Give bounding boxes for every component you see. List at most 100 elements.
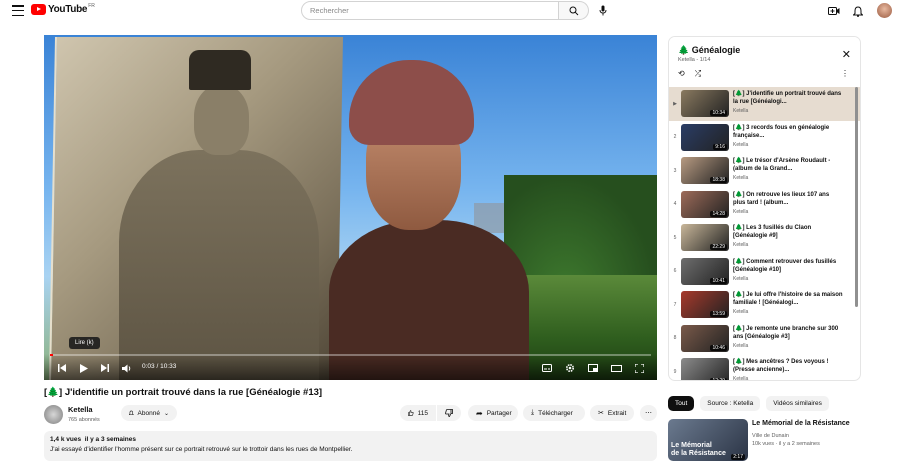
playlist-item[interactable]: 2 9:16 [🌲] 3 records fous en généalogie fr… (669, 121, 860, 155)
menu-icon[interactable] (12, 5, 24, 16)
playlist-item[interactable]: ▶ 10:34 [🌲] J'identifie un portrait trouvé… (669, 87, 860, 121)
playlist-item[interactable]: 4 14:28 [🌲] On retrouve les lieux 107 ans … (669, 188, 860, 222)
previous-icon[interactable] (56, 362, 68, 374)
play-icon[interactable] (78, 362, 90, 374)
playlist-item-title[interactable]: [🌲] On retrouve les lieux 107 ans plus t… (733, 191, 843, 207)
volume-icon[interactable] (121, 362, 133, 374)
player-controls: 0:03 / 10:33 (44, 354, 657, 380)
chevron-down-icon: ⌄ (163, 410, 169, 417)
playlist-item[interactable]: 7 13:59 [🌲] Je lui offre l'histoire de sa … (669, 288, 860, 322)
subtitles-icon[interactable] (541, 362, 553, 374)
recommended-meta: 10k vues · il y a 2 semaines (752, 441, 820, 447)
video-soldier (189, 50, 251, 90)
settings-gear-icon[interactable] (564, 362, 576, 374)
recommended-thumbnail[interactable]: Le Mémorial de la Résistance 2:17 (668, 419, 748, 461)
shuffle-icon[interactable]: ⤮ (695, 69, 701, 79)
next-icon[interactable] (99, 362, 111, 374)
mic-icon[interactable] (596, 3, 610, 17)
playlist-item-thumbnail[interactable]: 22:29 (681, 224, 729, 251)
playlist-item-thumbnail[interactable]: 14:28 (681, 190, 729, 218)
playlist-item-info: [🌲] Le trésor d'Arsène Roudault - (album… (733, 157, 843, 188)
playlist-item[interactable]: 8 10:46 [🌲] Je remonte une branche sur 300… (669, 322, 860, 356)
playlist-channel[interactable]: Ketella (678, 57, 695, 63)
chip-source[interactable]: Source : Ketella (700, 396, 761, 411)
playlist-item[interactable]: 9 12:29 [🌲] Mes ancêtres ? Des voyous ! (P… (669, 355, 860, 380)
playlist-item-title[interactable]: [🌲] Le trésor d'Arsène Roudault - (album… (733, 157, 843, 173)
play-tooltip: Lire (k) (69, 337, 100, 349)
download-icon: ⤓ (531, 409, 535, 416)
playlist-item-thumbnail[interactable]: 10:41 (681, 257, 729, 285)
video-soldier (194, 85, 249, 155)
playlist-item-title[interactable]: [🌲] Les 3 fusillés du Claon [Généalogie … (733, 224, 843, 240)
description-box[interactable]: 1,4 k vues il y a 3 semaines J'ai essayé… (44, 431, 657, 461)
dislike-button[interactable] (437, 405, 461, 421)
time-total: 10:33 (160, 363, 177, 370)
subscriber-count: 765 abonnés (68, 417, 100, 423)
playlist-item[interactable]: 6 10:41 [🌲] Comment retrouver des fusillés… (669, 255, 860, 289)
playlist-item-info: [🌲] Je remonte une branche sur 300 ans [… (733, 325, 843, 356)
playlist-item-thumbnail[interactable]: 9:16 (681, 123, 729, 151)
playlist-item-channel: Ketella (733, 309, 749, 315)
channel-avatar[interactable] (44, 405, 63, 424)
miniplayer-icon[interactable] (587, 362, 599, 374)
playlist-item-duration: 10:46 (710, 344, 727, 351)
more-vertical-icon[interactable]: ⋮ (841, 69, 849, 78)
playlist-item[interactable]: 5 22:29 [🌲] Les 3 fusillés du Claon [Généa… (669, 221, 860, 255)
playlist-item-thumbnail[interactable]: 10:34 (681, 90, 729, 117)
like-button[interactable]: 115 (400, 405, 436, 421)
search-button[interactable] (559, 1, 589, 20)
playlist-item-index: 8 (673, 335, 677, 342)
more-actions-button[interactable]: ⋯ (640, 405, 657, 421)
playlist-item-thumbnail[interactable]: 10:46 (681, 324, 729, 352)
channel-name[interactable]: Ketella (68, 405, 93, 414)
progress-bar[interactable] (50, 354, 651, 356)
playlist-item-title[interactable]: [🌲] Comment retrouver des fusillés [Géné… (733, 258, 843, 274)
logo-country: FR (88, 2, 95, 9)
recommended-title[interactable]: Le Mémorial de la Résistance (752, 420, 892, 427)
playlist-item-duration: 14:28 (710, 210, 727, 217)
video-soldier (119, 150, 319, 380)
playlist-title[interactable]: 🌲 Généalogie (678, 45, 740, 56)
playlist-item-thumbnail[interactable]: 18:38 (681, 157, 729, 184)
playlist-item-thumbnail[interactable]: 13:59 (681, 291, 729, 318)
playlist-item[interactable]: 3 18:38 [🌲] Le trésor d'Arsène Roudault - … (669, 154, 860, 188)
playlist-scrollbar[interactable] (855, 87, 858, 307)
recommended-channel[interactable]: Ville de Dunain (752, 433, 789, 439)
playlist-item-title[interactable]: [🌲] Je lui offre l'histoire de sa maison… (733, 291, 843, 307)
video-title: [🌲] J'identifie un portrait trouvé dans … (44, 387, 322, 398)
download-button[interactable]: ⤓ Télécharger (523, 405, 585, 421)
theater-mode-icon[interactable] (610, 362, 622, 374)
playlist-item-duration: 12:29 (710, 378, 727, 380)
playlist-item-thumbnail[interactable]: 12:29 (681, 358, 729, 380)
close-icon[interactable]: ✕ (842, 48, 851, 61)
fullscreen-icon[interactable] (633, 362, 645, 374)
video-title-text: J'identifie un portrait trouvé dans la r… (64, 387, 323, 398)
playlist-item-info: [🌲] Les 3 fusillés du Claon [Généalogie … (733, 224, 843, 255)
playlist-item-title[interactable]: [🌲] Mes ancêtres ? Des voyous ! (Presse … (733, 358, 843, 374)
playlist-item-title[interactable]: [🌲] 3 records fous en généalogie françai… (733, 124, 843, 140)
loop-icon[interactable]: ⟲ (678, 69, 685, 79)
clip-button[interactable]: ✂ Extrait (590, 405, 634, 421)
video-player[interactable]: Lire (k) 0:03 / 10:33 (44, 35, 657, 380)
playlist-item-title[interactable]: [🌲] Je remonte une branche sur 300 ans [… (733, 325, 843, 341)
account-avatar[interactable] (877, 3, 892, 18)
playlist-item-channel: Ketella (733, 242, 749, 248)
chip-all[interactable]: Tout (668, 396, 695, 411)
thumbnail-caption: Le Mémorial de la Résistance (671, 442, 726, 458)
playlist-item-info: [🌲] Comment retrouver des fusillés [Géné… (733, 258, 843, 289)
masthead: YouTube FR Rechercher (0, 0, 900, 22)
playlist-item-channel: Ketella (733, 175, 749, 181)
create-icon[interactable] (826, 3, 842, 19)
notifications-bell-icon[interactable] (850, 3, 866, 19)
playlist-item-duration: 22:29 (710, 244, 727, 250)
share-button[interactable]: ➦ Partager (468, 405, 518, 421)
tree-icon: 🌲 (678, 45, 690, 55)
subscribed-button[interactable]: Abonné ⌄ (121, 405, 177, 421)
playlist-item-title[interactable]: [🌲] J'identifie un portrait trouvé dans … (733, 90, 843, 106)
search-input[interactable]: Rechercher (301, 1, 559, 20)
playlist-item-index: 4 (673, 201, 677, 208)
youtube-logo[interactable]: YouTube FR (31, 2, 95, 15)
chip-similar[interactable]: Vidéos similaires (766, 396, 829, 411)
playlist-position: 1/14 (699, 57, 711, 63)
playlist-item-index: ▶ (673, 100, 677, 107)
